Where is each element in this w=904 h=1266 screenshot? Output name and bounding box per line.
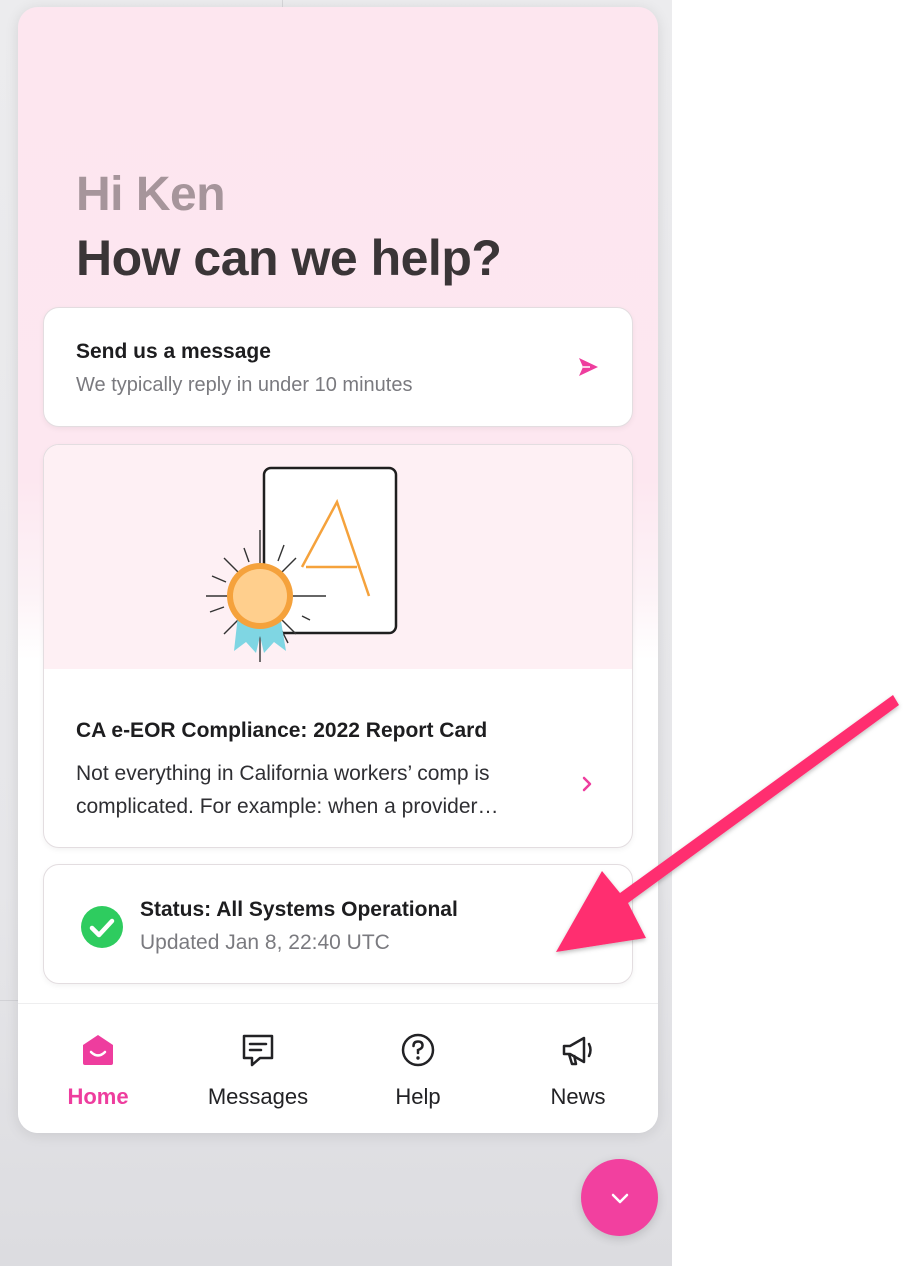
nav-news[interactable]: News bbox=[498, 1004, 658, 1133]
help-icon bbox=[401, 1033, 435, 1067]
divider bbox=[0, 1000, 18, 1001]
megaphone-icon bbox=[562, 1036, 592, 1066]
nav-label: Home bbox=[67, 1084, 129, 1109]
launcher-button[interactable] bbox=[581, 1159, 658, 1236]
messages-icon bbox=[242, 1034, 274, 1067]
chevron-right-icon bbox=[582, 776, 592, 792]
article-excerpt: Not everything in California workers’ co… bbox=[76, 762, 490, 818]
nav-label: Messages bbox=[207, 1084, 309, 1109]
status-title: Status: All Systems Operational bbox=[140, 898, 458, 921]
article-card[interactable]: CA e-EOR Compliance: 2022 Report Card No… bbox=[43, 444, 633, 848]
nav-home[interactable]: Home bbox=[18, 1004, 178, 1133]
bottom-nav: Home Messages Help News bbox=[18, 1003, 658, 1133]
send-icon bbox=[579, 358, 598, 376]
article-illustration bbox=[44, 445, 632, 669]
send-message-title: Send us a message bbox=[76, 340, 271, 363]
status-updated-time: Updated Jan 8, 22:40 UTC bbox=[140, 931, 390, 954]
check-circle-icon bbox=[81, 906, 123, 948]
chevron-down-icon bbox=[611, 1193, 629, 1204]
nav-messages[interactable]: Messages bbox=[178, 1004, 338, 1133]
messenger-widget: Hi Ken How can we help? Send us a messag… bbox=[18, 7, 658, 1133]
send-message-card[interactable]: Send us a message We typically reply in … bbox=[43, 307, 633, 427]
headline: How can we help? bbox=[76, 230, 502, 286]
home-icon bbox=[83, 1035, 113, 1065]
nav-label: News bbox=[550, 1084, 606, 1109]
nav-label: Help bbox=[395, 1084, 441, 1109]
greeting: Hi Ken bbox=[76, 168, 226, 221]
article-title: CA e-EOR Compliance: 2022 Report Card bbox=[76, 719, 488, 742]
nav-help[interactable]: Help bbox=[338, 1004, 498, 1133]
reply-time-text: We typically reply in under 10 minutes bbox=[76, 374, 413, 396]
status-card[interactable]: Status: All Systems Operational Updated … bbox=[43, 864, 633, 984]
